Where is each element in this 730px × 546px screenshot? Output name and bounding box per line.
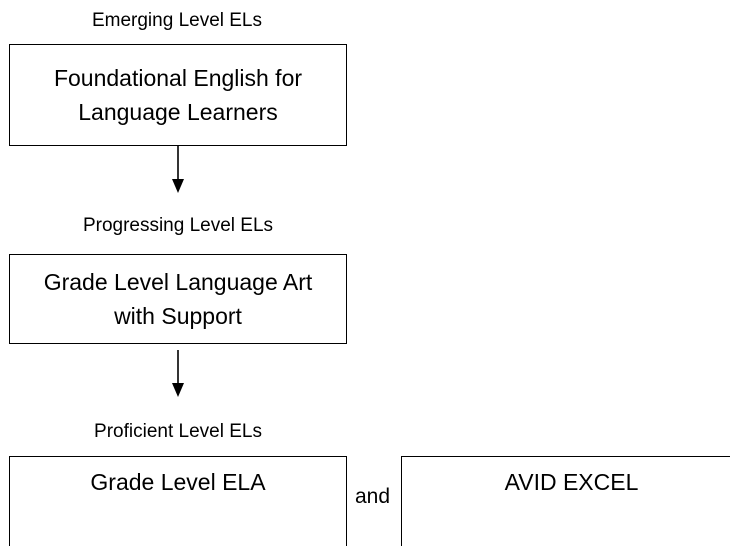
grade-level-language-art-box: Grade Level Language Art with Support xyxy=(9,254,347,344)
emerging-level-label: Emerging Level ELs xyxy=(91,10,263,31)
foundational-english-line-2: Language Learners xyxy=(78,99,278,125)
proficient-level-label: Proficient Level ELs xyxy=(94,421,262,442)
avid-excel-label: AVID EXCEL xyxy=(504,469,639,495)
foundational-english-box: Foundational English for Language Learne… xyxy=(9,44,347,146)
progressing-level-label: Progressing Level ELs xyxy=(82,215,274,236)
avid-excel-box: AVID EXCEL xyxy=(401,456,730,546)
grade-level-ela-box: Grade Level ELA xyxy=(9,456,347,546)
grade-level-language-art-line-2: with Support xyxy=(114,303,242,329)
arrow-down-icon xyxy=(172,350,184,397)
arrow-down-icon xyxy=(172,146,184,193)
foundational-english-line-1: Foundational English for xyxy=(53,65,303,91)
and-connector: and xyxy=(355,485,391,508)
grade-level-ela-label: Grade Level ELA xyxy=(90,469,266,495)
grade-level-language-art-line-1: Grade Level Language Art xyxy=(43,269,313,295)
